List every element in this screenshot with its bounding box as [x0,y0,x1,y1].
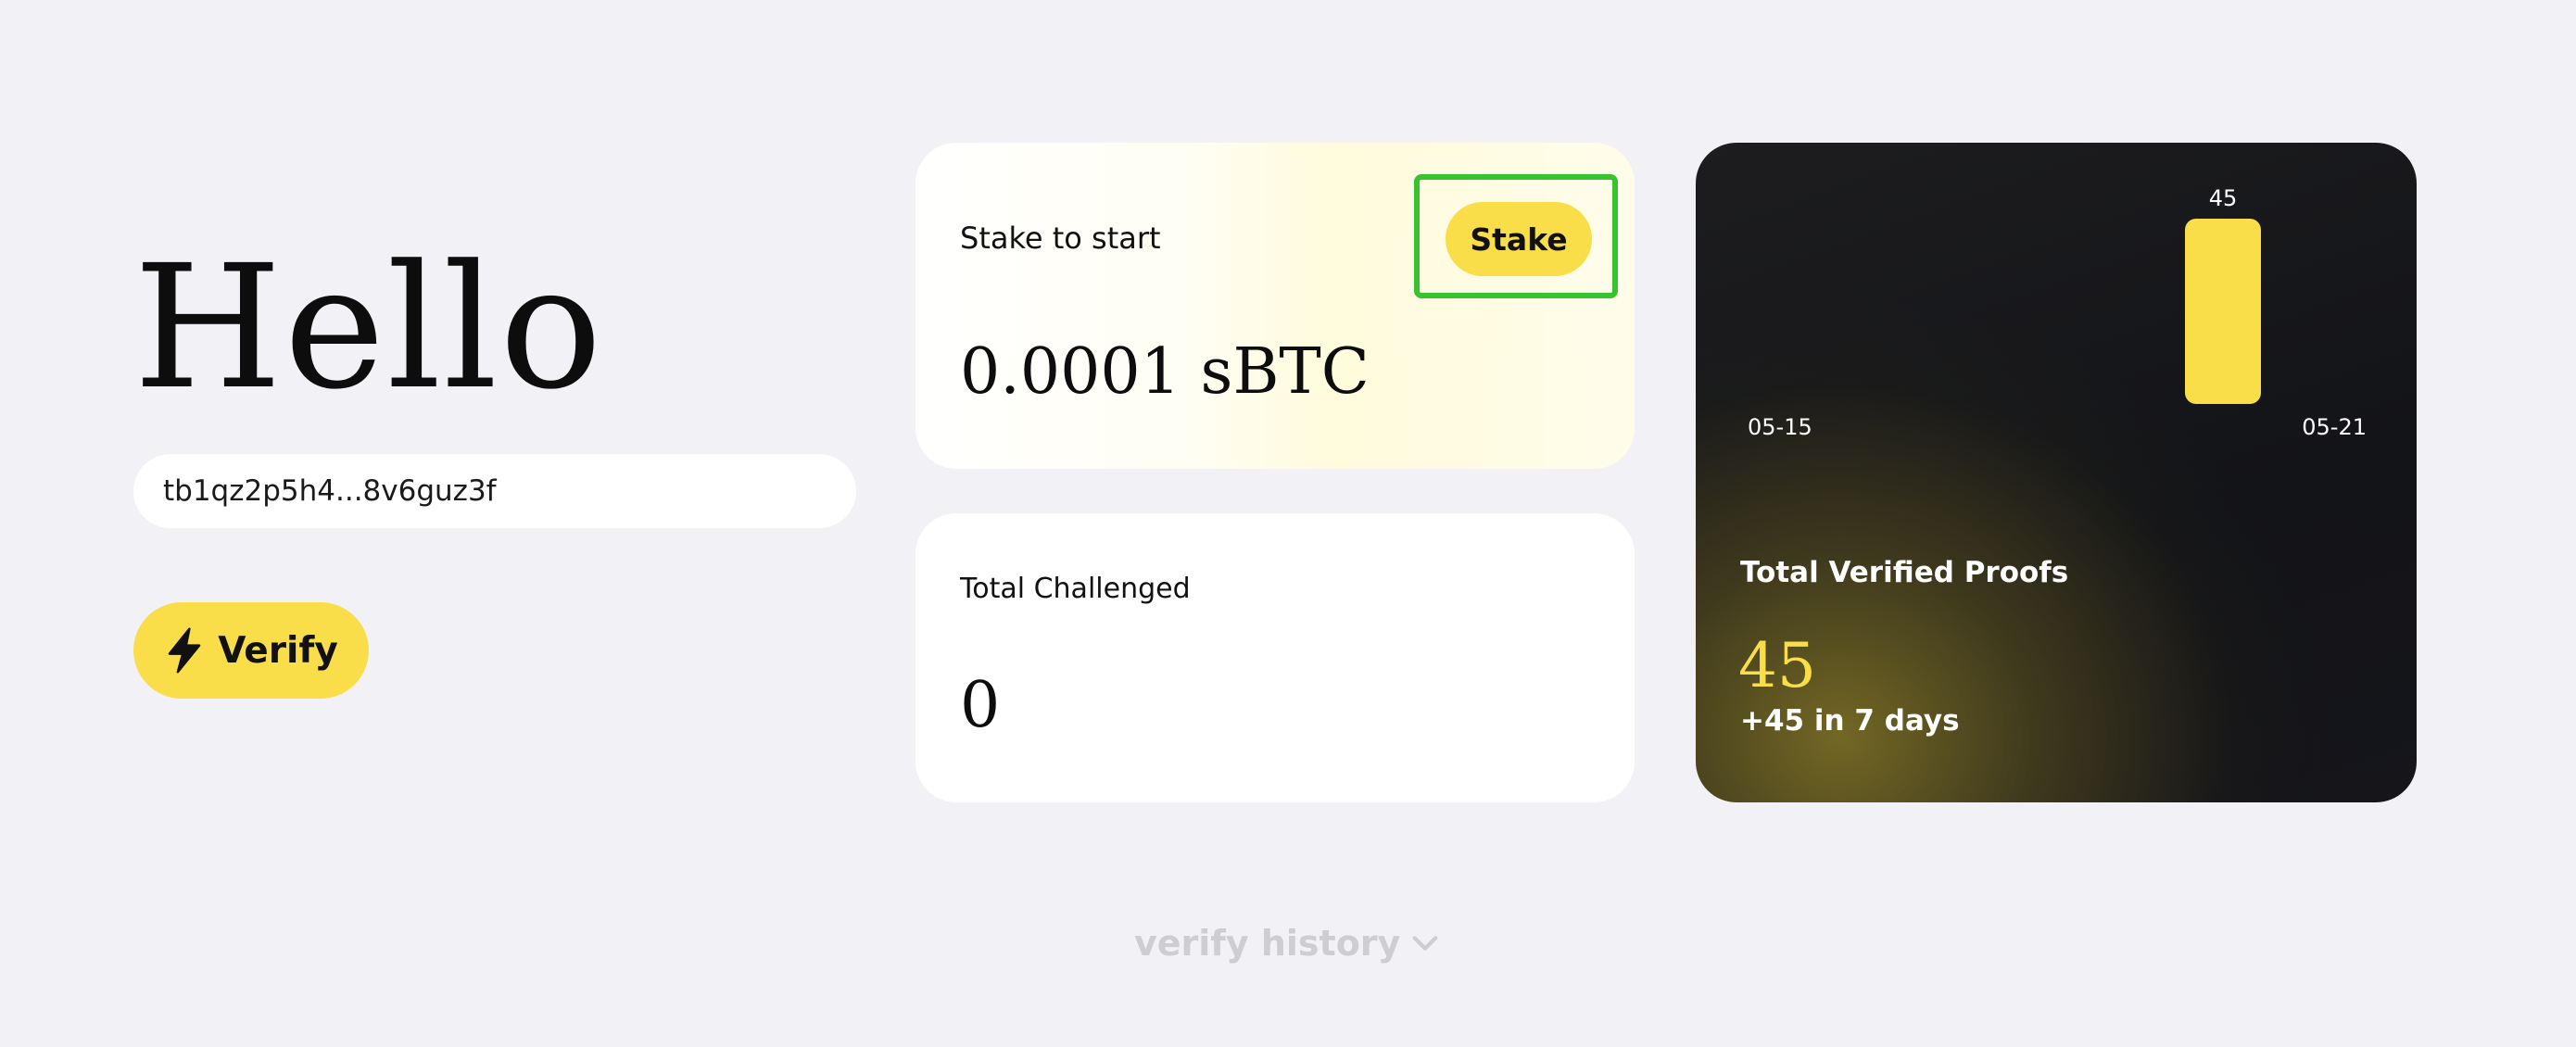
stake-card-label: Stake to start [960,221,1161,256]
verify-button-label: Verify [218,629,338,672]
proofs-count: 45 [1738,630,1816,701]
bar-value-label: 45 [2209,185,2238,211]
chevron-down-icon [1409,927,1441,959]
stake-button-label: Stake [1470,221,1568,258]
challenged-count: 0 [960,669,1001,742]
wallet-address-text: tb1qz2p5h4...8v6guz3f [163,474,497,508]
verify-history-toggle[interactable]: verify history [1134,923,1441,964]
greeting-title: Hello [133,229,604,427]
proofs-delta: +45 in 7 days [1740,704,1960,738]
challenged-card [915,513,1635,802]
stake-button[interactable]: Stake [1446,202,1592,276]
wallet-address: tb1qz2p5h4...8v6guz3f [133,454,856,528]
verify-history-label: verify history [1134,923,1401,964]
x-axis-start-label: 05-15 [1748,414,1812,440]
x-axis-end-label: 05-21 [2302,414,2367,440]
proofs-card-title: Total Verified Proofs [1740,556,2069,589]
stake-amount: 0.0001 sBTC [960,335,1370,409]
lightning-icon [164,627,205,674]
verify-button[interactable]: Verify [133,602,369,699]
bar-05-20 [2185,219,2261,404]
challenged-card-label: Total Challenged [960,573,1191,605]
